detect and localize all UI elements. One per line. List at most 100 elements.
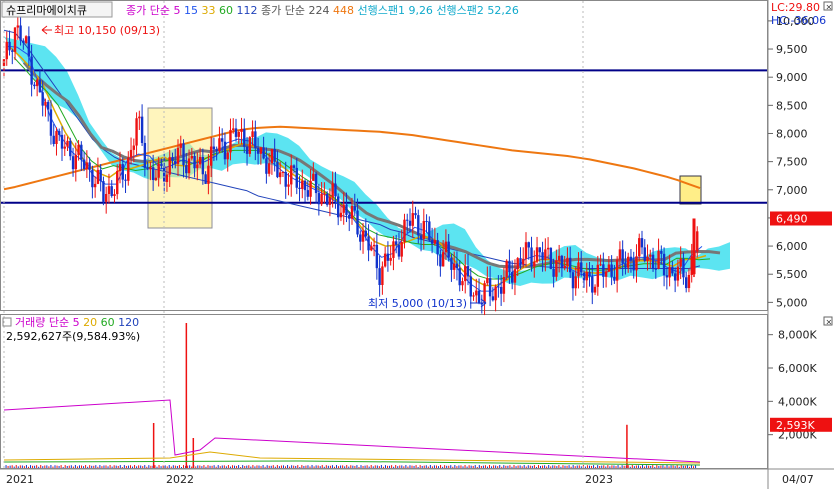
candle-body xyxy=(433,240,437,244)
close-icon: × xyxy=(826,3,833,12)
candle-body xyxy=(138,116,141,119)
candle-body xyxy=(168,157,171,175)
candle-body xyxy=(323,193,326,195)
volume-tick-label: 4,000K xyxy=(778,395,817,408)
candle-body xyxy=(69,140,72,157)
candle-body xyxy=(328,197,332,205)
candle-body xyxy=(350,205,354,219)
candle-body xyxy=(135,118,138,146)
candle-body xyxy=(88,162,91,170)
time-tick-label: 2023 xyxy=(585,473,613,486)
candle-body xyxy=(265,158,268,174)
candle-body xyxy=(403,219,406,242)
candle-body xyxy=(314,173,318,194)
candle-body xyxy=(568,257,572,273)
candle-body xyxy=(240,129,243,132)
candle-body xyxy=(469,276,472,297)
candle-body xyxy=(563,265,566,268)
candle-body xyxy=(591,276,594,293)
candle-body xyxy=(472,295,475,297)
ma-period-2: 448 xyxy=(333,4,358,17)
candle-body xyxy=(544,249,547,260)
candle-body xyxy=(182,143,185,166)
candle-body xyxy=(339,212,343,218)
candle-body xyxy=(185,165,188,174)
volume-legend: 거래량 단순 5 20 60 120 xyxy=(15,316,139,329)
candle-body xyxy=(317,193,321,205)
candle-body xyxy=(215,149,218,152)
candle-body xyxy=(251,131,254,138)
candle-body xyxy=(234,128,238,137)
candle-body xyxy=(580,262,583,273)
candle-body xyxy=(651,254,655,269)
candle-body xyxy=(331,183,334,198)
candle-body xyxy=(353,205,356,211)
last-price-label: 6,490 xyxy=(776,212,808,225)
candle-body xyxy=(546,247,550,250)
time-tick-label: 2021 xyxy=(6,473,34,486)
candle-body xyxy=(24,36,28,43)
candle-body xyxy=(74,154,78,170)
candle-body xyxy=(488,278,492,297)
candle-body xyxy=(223,141,227,160)
candle-body xyxy=(560,255,564,268)
volume-tick-label: 8,000K xyxy=(778,329,817,342)
candle-body xyxy=(430,240,434,244)
candle-body xyxy=(306,190,310,197)
candle-body xyxy=(406,219,409,221)
candle-body xyxy=(524,242,528,259)
candle-body xyxy=(400,241,403,257)
candle-body xyxy=(287,184,290,187)
candle-body xyxy=(372,244,376,247)
candle-body xyxy=(303,180,307,191)
candle-body xyxy=(157,163,160,178)
candle-body xyxy=(607,264,611,272)
candle-body xyxy=(394,241,398,245)
candle-body xyxy=(80,144,83,160)
span1-label: 선행스팬1 9,26 xyxy=(357,4,436,17)
candle-body xyxy=(660,250,663,254)
candle-body xyxy=(447,241,450,258)
price-tick-label: 9,500 xyxy=(776,43,808,56)
candle-body xyxy=(574,276,577,289)
candle-body xyxy=(635,256,638,271)
candle-body xyxy=(273,148,276,162)
candle-body xyxy=(96,169,100,184)
volume-axis: 8,000K6,000K4,000K2,000K2,593K xyxy=(768,329,832,442)
candle-body xyxy=(392,241,395,258)
candle-body xyxy=(389,257,392,261)
candle-body xyxy=(632,260,635,271)
candle-body xyxy=(256,147,260,154)
candle-body xyxy=(132,145,136,150)
candle-body xyxy=(696,231,699,252)
candle-body xyxy=(160,163,163,167)
candle-body xyxy=(38,79,42,93)
candle-body xyxy=(320,193,323,205)
candle-body xyxy=(361,230,365,242)
candle-body xyxy=(359,234,362,242)
candle-body xyxy=(676,266,680,281)
candle-body xyxy=(538,247,542,253)
candle-body xyxy=(483,283,486,304)
candle-body xyxy=(35,79,39,87)
candle-body xyxy=(55,131,58,145)
candle-body xyxy=(259,147,263,154)
candle-body xyxy=(151,167,155,181)
close-icon: × xyxy=(826,318,833,327)
candle-body xyxy=(193,155,196,169)
candle-body xyxy=(345,204,348,215)
candle-body xyxy=(516,258,519,270)
candle-body xyxy=(461,281,464,286)
highlight-box-latest xyxy=(679,175,702,205)
candle-body xyxy=(71,156,75,170)
price-tick-label: 8,000 xyxy=(776,127,808,140)
candle-body xyxy=(11,50,14,52)
candle-body xyxy=(44,101,47,106)
candle-body xyxy=(687,274,691,289)
candle-body xyxy=(618,249,622,260)
candle-body xyxy=(110,186,113,196)
candle-body xyxy=(8,41,11,51)
ma-period: 5 xyxy=(173,4,184,17)
ma-period: 33 xyxy=(201,4,219,17)
hc-value: HC:-36.06 xyxy=(771,14,826,27)
